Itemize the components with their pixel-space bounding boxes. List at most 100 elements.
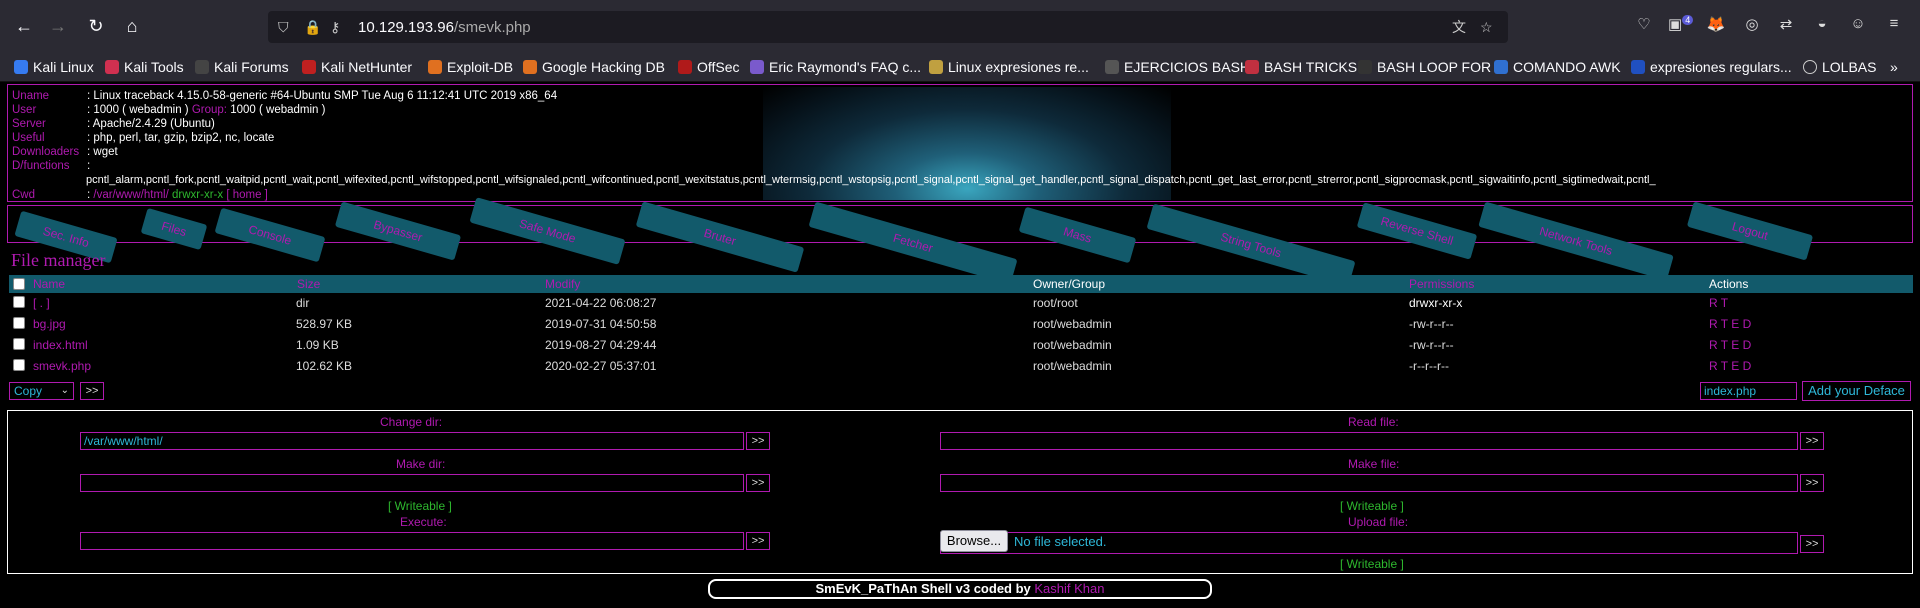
bookmark-lolbas[interactable]: LOLBAS: [1803, 58, 1876, 76]
bookmark-exploit-db[interactable]: Exploit-DB: [428, 58, 513, 76]
header-name[interactable]: Name: [33, 276, 65, 292]
file-actions[interactable]: R T E D: [1709, 337, 1751, 353]
pocket-icon[interactable]: ♡: [1632, 15, 1656, 37]
menu-bruter[interactable]: Bruter: [635, 201, 805, 273]
make-file-go-button[interactable]: >>: [1800, 474, 1824, 492]
permissions-icon[interactable]: ⚷: [330, 17, 340, 37]
file-permissions[interactable]: -rw-r--r--: [1409, 316, 1454, 332]
forward-icon[interactable]: →: [46, 14, 70, 38]
menu-console[interactable]: Console: [214, 207, 326, 263]
menu-logout[interactable]: Logout: [1686, 201, 1814, 261]
shell-menu: Sec. Info Files Console Bypasser Safe Mo…: [7, 197, 1913, 287]
bookmark-eric-raymond[interactable]: Eric Raymond's FAQ c...: [750, 58, 921, 76]
file-permissions[interactable]: -rw-r--r--: [1409, 337, 1454, 353]
file-name[interactable]: smevk.php: [33, 358, 91, 374]
translate-icon[interactable]: 文: [1452, 17, 1466, 37]
bookmark-kali-linux[interactable]: Kali Linux: [14, 58, 94, 76]
bookmark-bash-tricks[interactable]: BASH TRICKS: [1245, 58, 1357, 76]
bookmark-comando-awk[interactable]: COMANDO AWK: [1494, 58, 1621, 76]
execute-input[interactable]: [80, 532, 744, 550]
menu-mass[interactable]: Mass: [1018, 206, 1137, 264]
kali-forums-icon: [195, 60, 209, 74]
make-dir-go-button[interactable]: >>: [746, 474, 770, 492]
read-file-input[interactable]: [940, 432, 1798, 450]
add-deface-button[interactable]: Add your Deface: [1802, 381, 1911, 401]
change-dir-go-button[interactable]: >>: [746, 432, 770, 450]
bookmark-linux-expresiones[interactable]: Linux expresiones re...: [929, 58, 1089, 76]
translate-ext-icon[interactable]: ⇄: [1774, 15, 1798, 37]
author-link[interactable]: Kashif Khan: [1034, 581, 1104, 596]
bookmark-kali-forums[interactable]: Kali Forums: [195, 58, 289, 76]
server-info-box: Uname: Linux traceback 4.15.0-58-generic…: [7, 84, 1913, 202]
select-all-checkbox[interactable]: [13, 278, 25, 290]
cwd-link[interactable]: /var/www/html/: [93, 189, 168, 201]
menu-network-tools[interactable]: Network Tools: [1478, 201, 1674, 281]
url-text[interactable]: 10.129.193.96/smevk.php: [358, 19, 531, 36]
bookmark-ejercicios-bash[interactable]: EJERCICIOS BASH: [1105, 58, 1250, 76]
deface-filename-input[interactable]: index.php: [1700, 382, 1797, 400]
file-owner: root/webadmin: [1033, 317, 1112, 331]
header-permissions[interactable]: Permissions: [1409, 276, 1474, 292]
table-row: bg.jpg 528.97 KB 2019-07-31 04:50:58 roo…: [9, 314, 1913, 335]
bulk-action-select[interactable]: Copy ⌄: [9, 382, 74, 400]
file-name[interactable]: index.html: [33, 337, 88, 353]
row-checkbox[interactable]: [13, 317, 25, 329]
menu-fetcher[interactable]: Fetcher: [808, 201, 1018, 285]
file-manager-title: File manager: [11, 250, 106, 270]
file-permissions[interactable]: -r--r--r--: [1409, 358, 1449, 374]
row-checkbox[interactable]: [13, 296, 25, 308]
extension-icon[interactable]: ▣ 4: [1668, 15, 1694, 37]
menu-files[interactable]: Files: [140, 207, 208, 251]
file-permissions[interactable]: drwxr-xr-x: [1409, 295, 1462, 311]
bookmark-bash-loop-for[interactable]: BASH LOOP FOR: [1358, 58, 1491, 76]
menu-icon[interactable]: ≡: [1882, 15, 1906, 37]
header-modify[interactable]: Modify: [545, 276, 580, 292]
make-dir-label: Make dir:: [396, 457, 446, 471]
bookmark-expresiones-regulars[interactable]: expresiones regulars...: [1631, 58, 1792, 76]
reload-icon[interactable]: ↻: [84, 14, 108, 38]
profile-icon[interactable]: ☺: [1846, 15, 1870, 37]
nethunter-icon: [302, 60, 316, 74]
wappalyzer-icon[interactable]: ◎: [1740, 15, 1764, 37]
bookmark-star-icon[interactable]: ☆: [1480, 17, 1493, 37]
back-icon[interactable]: ←: [12, 14, 36, 38]
file-actions[interactable]: R T E D: [1709, 316, 1751, 332]
file-owner: root/root: [1033, 296, 1078, 310]
bookmark-kali-nethunter[interactable]: Kali NetHunter: [302, 58, 412, 76]
header-size[interactable]: Size: [297, 276, 320, 292]
change-dir-input[interactable]: /var/www/html/: [80, 432, 744, 450]
make-dir-writeable: [ Writeable ]: [388, 499, 452, 513]
url-bar[interactable]: ⛉ 🔒 ⚷ 10.129.193.96/smevk.php 文 ☆: [268, 11, 1508, 43]
read-file-go-button[interactable]: >>: [1800, 432, 1824, 450]
awk-icon: [1494, 60, 1508, 74]
hat-icon[interactable]: ◒: [1810, 15, 1834, 37]
menu-reverse-shell[interactable]: Reverse Shell: [1356, 202, 1478, 260]
file-name[interactable]: [ . ]: [33, 295, 50, 311]
bookmark-offsec[interactable]: OffSec: [678, 58, 740, 76]
menu-safe-mode[interactable]: Safe Mode: [469, 197, 626, 265]
lock-icon[interactable]: 🔒: [304, 17, 321, 37]
menu-string-tools[interactable]: String Tools: [1146, 203, 1356, 287]
make-file-input[interactable]: [940, 474, 1798, 492]
shell-page: Uname: Linux traceback 4.15.0-58-generic…: [0, 82, 1920, 608]
home-icon[interactable]: ⌂: [120, 14, 144, 38]
home-link[interactable]: [ home ]: [226, 189, 268, 201]
row-checkbox[interactable]: [13, 338, 25, 350]
file-name[interactable]: bg.jpg: [33, 316, 66, 332]
bookmark-google-hacking-db[interactable]: Google Hacking DB: [523, 58, 665, 76]
row-checkbox[interactable]: [13, 359, 25, 371]
foxyproxy-icon[interactable]: 🦊: [1704, 15, 1728, 37]
upload-file-go-button[interactable]: >>: [1800, 535, 1824, 553]
more-bookmarks-icon[interactable]: »: [1890, 58, 1898, 76]
exploit-db-icon: [428, 60, 442, 74]
file-actions[interactable]: R T: [1709, 295, 1728, 311]
make-dir-input[interactable]: [80, 474, 744, 492]
bookmark-kali-tools[interactable]: Kali Tools: [105, 58, 184, 76]
menu-bypasser[interactable]: Bypasser: [334, 201, 462, 261]
bulk-action-go-button[interactable]: >>: [80, 382, 104, 400]
shield-icon[interactable]: ⛉: [278, 17, 289, 37]
read-file-label: Read file:: [1348, 415, 1399, 429]
browse-button[interactable]: Browse...: [940, 530, 1008, 552]
execute-go-button[interactable]: >>: [746, 532, 770, 550]
file-actions[interactable]: R T E D: [1709, 358, 1751, 374]
